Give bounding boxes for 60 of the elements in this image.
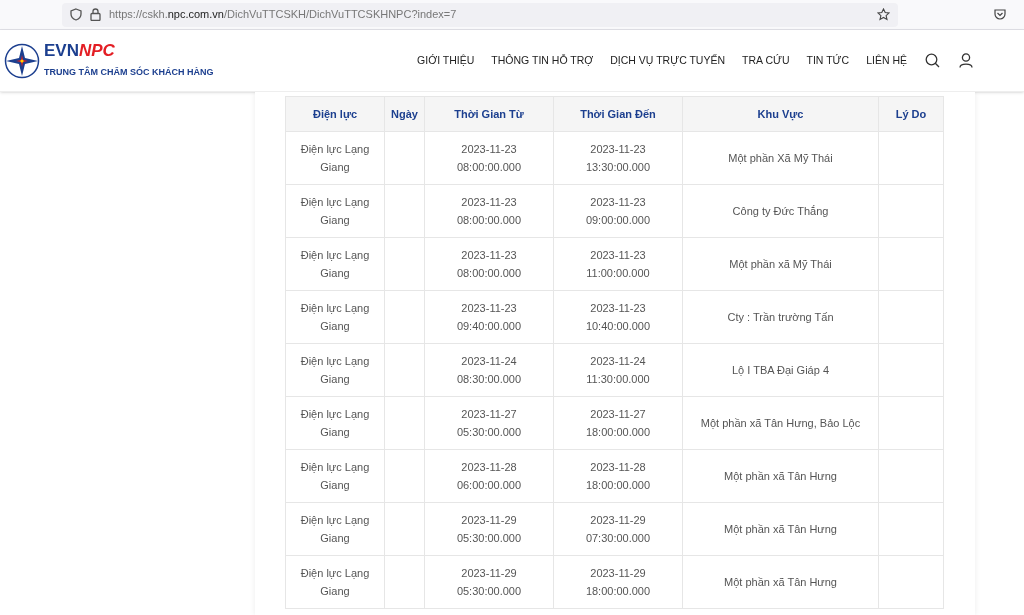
nav-link[interactable]: DỊCH VỤ TRỰC TUYẾN [610,52,726,69]
column-header: Ngày [384,96,425,132]
table-cell-text: 2023-11-23 11:00:00.000 [585,248,651,281]
lock-icon [90,8,101,21]
table-cell-text: Điện lực Lạng Giang [299,460,371,493]
table-cell: Một phần xã Tân Hưng, Bảo Lộc [700,417,861,429]
table-cell-text: Điện lực Lạng Giang [299,142,371,175]
nav-link[interactable]: TRA CỨU [742,52,790,69]
table-cell: Một phần xã Tân Hưng [724,523,837,535]
table-cell-text: 2023-11-23 09:40:00.000 [455,301,523,334]
table-cell-text: Điện lực Lạng Giang [299,407,371,440]
pocket-icon[interactable] [994,9,1006,20]
table-cell-text: Điện lực Lạng Giang [299,248,371,281]
table-cell-text: Điện lực Lạng Giang [299,354,371,387]
user-icon[interactable] [959,53,973,68]
table-cell-text: 2023-11-28 06:00:00.000 [455,460,523,493]
column-header: Khu Vực [682,96,879,132]
table-cell-text: 2023-11-24 08:30:00.000 [455,354,523,387]
nav-link[interactable]: TIN TỨC [806,52,850,69]
table-cell: Lộ I TBA Đại Giáp 4 [732,364,829,376]
table-cell-text: 2023-11-29 05:30:00.000 [455,513,523,546]
table-cell-text: 2023-11-23 08:00:00.000 [455,195,523,228]
address-bar[interactable]: https://cskh.npc.com.vn/DichVuTTCSKH/DichVuTTCSKHNPC?index=7 [62,2,898,27]
table-cell-text: 2023-11-23 10:40:00.000 [584,301,652,334]
table-cell: Một phần xã Mỹ Thái [729,258,832,270]
table-cell-text: Điện lực Lạng Giang [299,301,371,334]
table-cell: Công ty Đức Thắng [732,205,829,217]
table-cell-text: 2023-11-29 18:00:00.000 [584,566,652,599]
table-cell-text: 2023-11-29 07:30:00.000 [584,513,652,546]
table-cell-text: 2023-11-24 11:30:00.000 [585,354,651,387]
table-cell-text: 2023-11-23 08:00:00.000 [455,142,523,175]
table-cell-text: 2023-11-23 09:00:00.000 [584,195,652,228]
table-cell-text: Điện lực Lạng Giang [299,566,371,599]
table-cell-text: Điện lực Lạng Giang [299,195,371,228]
table-cell-text: Điện lực Lạng Giang [299,513,371,546]
table-cell: Một phần xã Tân Hưng [724,470,837,482]
table-cell-text: 2023-11-23 08:00:00.000 [455,248,523,281]
brand-name-accent: NPC [78,41,115,59]
search-icon[interactable] [925,53,940,68]
brand-name: EVN [44,41,79,59]
table-cell: Một phần xã Tân Hưng [724,576,837,588]
url-text: https://cskh.npc.com.vn/DichVuTTCSKH/DichVuTTCSKHNPC?index=7 [109,7,457,23]
logo-icon [4,42,40,79]
nav-link[interactable]: GIỚI THIỆU [417,52,475,69]
table-cell-text: 2023-11-29 05:30:00.000 [455,566,523,599]
column-header: Lý Do [878,96,944,132]
column-header: Điện lực [285,96,385,132]
table-cell: Một phần Xã Mỹ Thái [728,152,833,164]
shield-icon [70,8,82,21]
column-header: Thời Gian Đến [553,96,683,132]
table-cell-text: 2023-11-27 05:30:00.000 [455,407,523,440]
table-cell-text: 2023-11-27 18:00:00.000 [584,407,652,440]
tagline: TRUNG TÂM CHĂM SÓC KHÁCH HÀNG [44,65,214,79]
nav-link[interactable]: THÔNG TIN HỖ TRỢ [491,52,594,69]
table-cell: Cty : Trần trường Tấn [727,311,834,323]
nav-link[interactable]: LIÊN HỆ [866,52,907,69]
column-header: Thời Gian Từ [424,96,554,132]
bookmark-star-icon[interactable] [877,8,890,21]
table-cell-text: 2023-11-28 18:00:00.000 [584,460,652,493]
table-cell-text: 2023-11-23 13:30:00.000 [584,142,652,175]
